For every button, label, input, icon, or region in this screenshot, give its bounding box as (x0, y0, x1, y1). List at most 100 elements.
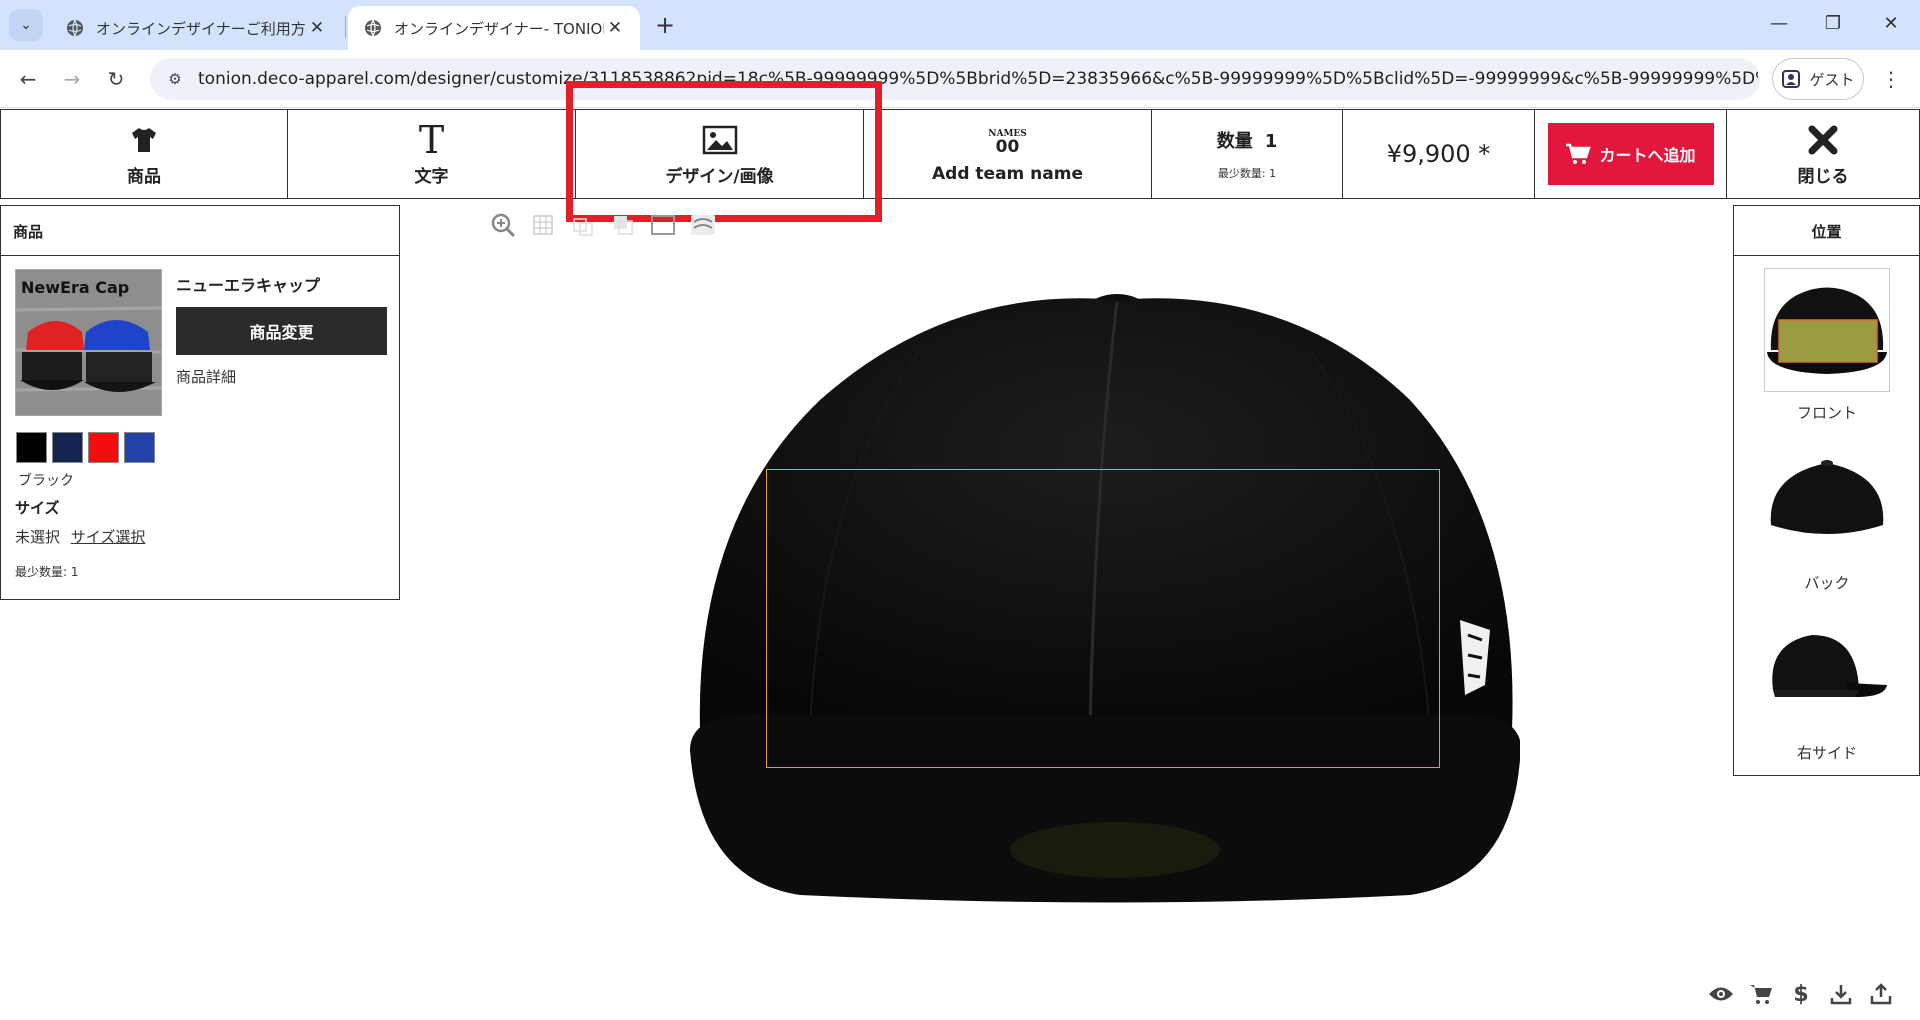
color-swatch-navy[interactable] (52, 432, 83, 463)
color-swatches (16, 432, 160, 463)
close-tool-button[interactable]: 閉じる (1727, 110, 1920, 198)
close-x-icon (1808, 125, 1838, 154)
position-front[interactable]: フロント (1764, 268, 1890, 423)
position-right-side[interactable]: 右サイド (1764, 608, 1890, 763)
design-canvas[interactable] (690, 290, 1522, 920)
position-back-label: バック (1804, 574, 1850, 592)
zoom-button[interactable] (486, 208, 520, 242)
new-tab-button[interactable]: + (650, 10, 680, 40)
quantity-cell[interactable]: 数量 1 最少数量: 1 (1152, 110, 1343, 198)
product-name: ニューエラキャップ (176, 276, 321, 295)
canvas-toolbar (486, 208, 726, 242)
cap-side-thumb-image (1772, 635, 1887, 697)
team-name-tool-label: Add team name (932, 164, 1083, 184)
design-image-tool-label: デザイン/画像 (665, 166, 774, 187)
selected-color-name: ブラック (18, 473, 74, 489)
duplicate-button[interactable] (606, 208, 640, 242)
browser-tab-bar: ⌄ オンラインデザイナーご利用方法 TONION ✕ オンラインデザイナー- T… (0, 0, 1920, 50)
text-tool-label: 文字 (414, 166, 449, 187)
size-select-link[interactable]: サイズ選択 (71, 528, 146, 546)
size-row: 未選択 サイズ選択 (15, 526, 145, 547)
preview-button[interactable] (1702, 978, 1740, 1010)
text-t-icon: T (418, 117, 445, 162)
color-swatch-black[interactable] (16, 432, 47, 463)
product-tool-button[interactable]: 商品 (0, 110, 288, 198)
thumbnail-caption: NewEra Cap (21, 278, 130, 297)
size-heading: サイズ (15, 499, 60, 517)
designer-toolbar: 商品 T 文字 デザイン/画像 NAMES 00 Add team name 数… (0, 109, 1920, 199)
grid-button[interactable] (526, 208, 560, 242)
share-icon (1870, 983, 1892, 1005)
team-names-icon: NAMES 00 (988, 124, 1027, 160)
browser-toolbar: ← → ↻ ⚙ tonion.deco-apparel.com/designer… (0, 50, 1920, 108)
guest-label: ゲスト (1809, 70, 1855, 89)
profile-guest-button[interactable]: ゲスト (1772, 58, 1864, 100)
position-front-label: フロント (1796, 404, 1857, 422)
product-detail-link[interactable]: 商品詳細 (176, 366, 236, 387)
minimize-button[interactable]: — (1752, 8, 1806, 40)
price-info-button[interactable]: $ (1782, 978, 1820, 1010)
share-button[interactable] (1862, 978, 1900, 1010)
tab-title: オンラインデザイナー- TONION (394, 19, 604, 38)
product-panel-title: 商品 (1, 206, 399, 256)
position-back-thumb[interactable] (1764, 438, 1890, 562)
cart-cell: カートへ追加 (1535, 110, 1727, 198)
tab-title: オンラインデザイナーご利用方法 TONION (96, 19, 306, 38)
eye-icon (1709, 987, 1733, 1001)
cart-icon (1750, 985, 1772, 1004)
browser-tab-help[interactable]: オンラインデザイナーご利用方法 TONION ✕ (50, 6, 342, 50)
copy-icon (614, 216, 633, 235)
align-button[interactable] (566, 208, 600, 242)
color-swatch-blue[interactable] (124, 432, 155, 463)
text-tool-button[interactable]: T 文字 (288, 110, 576, 198)
price-display: ¥9,900 * (1386, 140, 1491, 168)
position-front-thumb[interactable] (1764, 268, 1890, 392)
cart-shortcut-button[interactable] (1742, 978, 1780, 1010)
add-to-cart-button[interactable]: カートへ追加 (1547, 123, 1714, 185)
quantity-display: 数量 1 (1217, 127, 1278, 153)
panel-min-quantity: 最少数量: 1 (15, 565, 79, 579)
position-right-side-thumb[interactable] (1764, 608, 1890, 732)
tab-close-icon[interactable]: ✕ (604, 18, 626, 38)
product-thumbnail[interactable]: NewEra Cap (15, 269, 162, 416)
site-info-icon[interactable]: ⚙ (160, 70, 190, 88)
globe-icon (365, 19, 381, 37)
cap-front-image (690, 294, 1522, 903)
positions-panel-title: 位置 (1734, 206, 1919, 256)
forward-button[interactable]: → (56, 63, 88, 95)
min-quantity-note: 最少数量: 1 (1217, 167, 1277, 180)
image-icon (702, 125, 737, 154)
cap-back-thumb-image (1770, 460, 1884, 534)
add-to-cart-label: カートへ追加 (1599, 146, 1696, 165)
browser-tab-designer[interactable]: オンラインデザイナー- TONION ✕ (348, 6, 640, 50)
price-cell: ¥9,900 * (1343, 110, 1535, 198)
browser-menu-button[interactable]: ⋮ (1876, 63, 1906, 95)
tab-close-icon[interactable]: ✕ (306, 18, 328, 38)
position-back[interactable]: バック (1764, 438, 1890, 593)
bottom-action-icons: $ (1700, 978, 1900, 1010)
design-image-tool-button[interactable]: デザイン/画像 (576, 110, 864, 198)
tshirt-icon (132, 127, 156, 152)
change-product-button[interactable]: 商品変更 (176, 307, 387, 355)
close-tool-label: 閉じる (1797, 166, 1849, 187)
tab-search-button[interactable]: ⌄ (9, 9, 43, 41)
address-bar[interactable]: ⚙ tonion.deco-apparel.com/designer/custo… (150, 58, 1760, 100)
size-status: 未選択 (15, 528, 61, 546)
window-close-button[interactable]: ✕ (1864, 8, 1918, 40)
download-button[interactable] (1822, 978, 1860, 1010)
frame-button[interactable] (646, 208, 680, 242)
color-swatch-red[interactable] (88, 432, 119, 463)
layers-button[interactable] (686, 208, 720, 242)
back-button[interactable]: ← (12, 63, 44, 95)
team-icon-bottom: 00 (995, 137, 1020, 157)
layers-icon (691, 215, 715, 235)
chevron-down-icon: ⌄ (20, 17, 32, 33)
quantity-label: 数量 (1216, 131, 1253, 152)
product-tool-label: 商品 (127, 166, 161, 187)
restore-button[interactable]: ❐ (1806, 8, 1860, 40)
dollar-icon: $ (1793, 981, 1809, 1007)
quantity-value: 1 (1264, 131, 1278, 152)
reload-button[interactable]: ↻ (100, 63, 132, 95)
team-name-tool-button[interactable]: NAMES 00 Add team name (864, 110, 1152, 198)
person-icon (1782, 70, 1801, 88)
